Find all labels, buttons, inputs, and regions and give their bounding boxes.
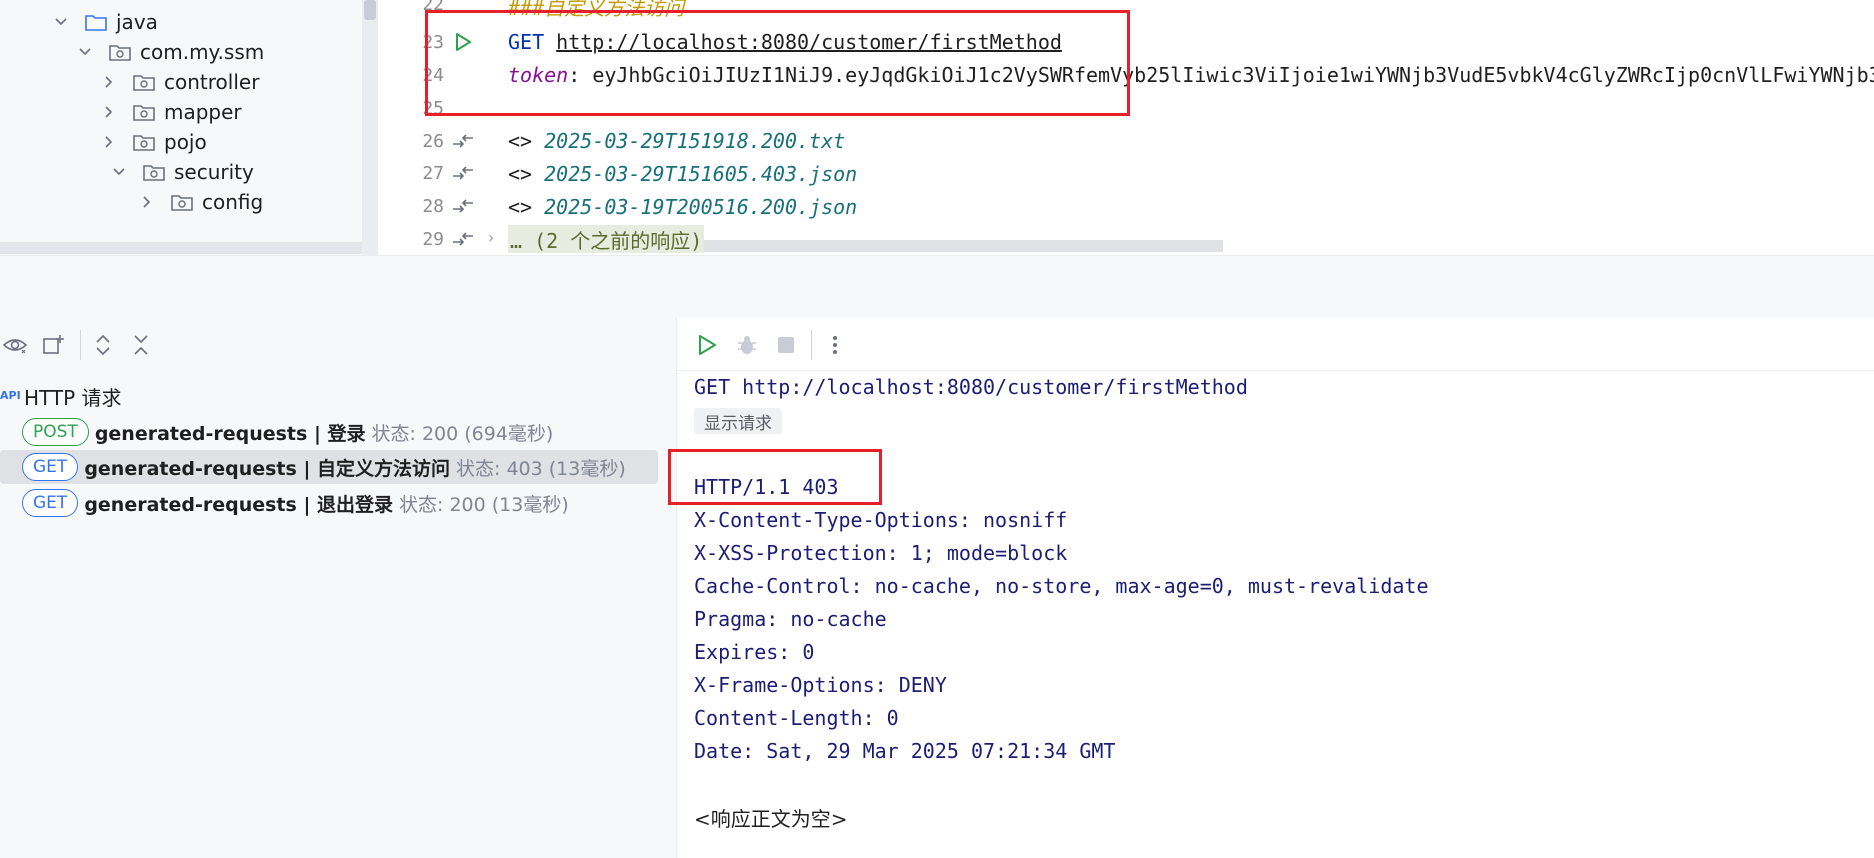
tree-item-label: config — [202, 190, 264, 214]
tool-window-divider[interactable] — [0, 255, 1874, 319]
compare-response-icon[interactable] — [448, 127, 478, 155]
request-name: generated-requests | 退出登录 — [84, 493, 393, 516]
response-file-link[interactable]: 2025-03-29T151918.200.txt — [544, 129, 845, 153]
toolbar-separator — [80, 330, 81, 360]
previous-responses-fold[interactable]: … (2 个之前的响应) — [508, 225, 705, 253]
folder-icon — [84, 10, 108, 34]
request-status: 状态: 403 (13毫秒) — [456, 457, 626, 480]
more-options-icon[interactable] — [820, 330, 850, 360]
header-separator: : — [568, 63, 593, 87]
new-request-icon[interactable] — [38, 330, 68, 360]
tree-item-label: controller — [164, 70, 260, 94]
file-prefix: <> — [508, 129, 545, 153]
response-request-line: GET http://localhost:8080/customer/first… — [694, 375, 1248, 399]
tree-item-label: mapper — [164, 100, 242, 124]
method-badge: GET — [22, 489, 79, 517]
toolbar-separator — [811, 330, 812, 360]
tree-horizontal-scrollbar[interactable] — [0, 242, 362, 254]
response-file-line: <> 2025-03-19T200516.200.json — [508, 195, 857, 219]
http-method: GET — [508, 30, 545, 54]
line-number: 29 — [422, 229, 444, 250]
chevron-right-icon[interactable]: › — [488, 228, 494, 247]
response-file-link[interactable]: 2025-03-29T151605.403.json — [544, 162, 857, 186]
file-prefix: <> — [508, 195, 545, 219]
header-line: token: eyJhbGciOiJIUzI1NiJ9.eyJqdGkiOiJ1… — [508, 63, 1874, 87]
chevron-right-icon[interactable] — [138, 193, 156, 211]
request-item-logout[interactable]: GET generated-requests | 退出登录 状态: 200 (1… — [22, 486, 658, 520]
eye-icon[interactable] — [0, 330, 30, 360]
response-header: Pragma: no-cache — [694, 607, 887, 631]
response-file-link[interactable]: 2025-03-19T200516.200.json — [544, 195, 857, 219]
package-folder-icon — [142, 160, 166, 184]
line-number: 24 — [422, 65, 444, 86]
tree-item-label: security — [174, 160, 254, 184]
chevron-down-icon[interactable] — [52, 13, 70, 31]
compare-response-icon[interactable] — [448, 192, 478, 220]
request-url[interactable]: http://localhost:8080/customer/firstMeth… — [556, 30, 1062, 54]
compare-response-icon[interactable] — [448, 159, 478, 187]
response-header: Content-Length: 0 — [694, 706, 899, 730]
line-number: 22 — [422, 0, 444, 15]
empty-response-body: <响应正文为空> — [694, 807, 848, 831]
stop-icon[interactable] — [771, 330, 801, 360]
run-request-icon[interactable] — [448, 28, 478, 56]
tree-item-label: pojo — [164, 130, 207, 154]
chevron-right-icon[interactable] — [100, 73, 118, 91]
tree-item-label: java — [116, 10, 158, 34]
response-toolbar — [677, 318, 1874, 371]
package-folder-icon — [170, 190, 194, 214]
response-header: X-Frame-Options: DENY — [694, 673, 947, 697]
response-header: Expires: 0 — [694, 640, 815, 664]
line-number: 25 — [422, 98, 444, 119]
line-number: 27 — [422, 163, 444, 184]
request-name: generated-requests | 自定义方法访问 — [84, 457, 450, 480]
package-folder-icon — [132, 100, 156, 124]
response-header: X-XSS-Protection: 1; mode=block — [694, 541, 1068, 565]
compare-response-icon[interactable] — [448, 225, 478, 253]
api-icon: API — [0, 389, 21, 402]
header-value: eyJhbGciOiJIUzI1NiJ9.eyJqdGkiOiJ1c2VySWR… — [592, 63, 1874, 87]
response-header: Cache-Control: no-cache, no-store, max-a… — [694, 574, 1429, 598]
method-badge: POST — [22, 418, 89, 446]
line-number: 23 — [422, 32, 444, 53]
request-status: 状态: 200 (694毫秒) — [371, 422, 554, 445]
package-folder-icon — [132, 70, 156, 94]
package-folder-icon — [108, 40, 132, 64]
line-number: 28 — [422, 196, 444, 217]
root-label: HTTP 请求 — [24, 385, 122, 410]
tree-vertical-scrollbar[interactable] — [362, 0, 378, 255]
response-header: X-Content-Type-Options: nosniff — [694, 508, 1068, 532]
collapse-all-icon[interactable] — [126, 330, 156, 360]
response-file-line: <> 2025-03-29T151918.200.txt — [508, 129, 845, 153]
line-number: 26 — [422, 131, 444, 152]
request-line: GET http://localhost:8080/customer/first… — [508, 30, 1062, 54]
header-key: token — [508, 63, 569, 87]
request-item-login[interactable]: POST generated-requests | 登录 状态: 200 (69… — [22, 415, 658, 449]
expand-all-icon[interactable] — [88, 330, 118, 360]
chevron-right-icon[interactable] — [100, 103, 118, 121]
project-tree-panel: java com.my.ssm controller mapper pojo s… — [0, 0, 378, 255]
http-file-editor[interactable]: 22 ###自定义方法访问 23 GET http://localhost:80… — [378, 0, 1874, 255]
tree-item-label: com.my.ssm — [140, 40, 265, 64]
response-file-line: <> 2025-03-29T151605.403.json — [508, 162, 857, 186]
request-status: 状态: 200 (13毫秒) — [399, 493, 569, 516]
tree-item-config[interactable]: config — [138, 184, 263, 220]
chevron-right-icon[interactable] — [100, 133, 118, 151]
method-badge: GET — [22, 453, 79, 481]
request-item-custom-method[interactable]: GET generated-requests | 自定义方法访问 状态: 403… — [0, 450, 658, 484]
run-icon[interactable] — [692, 330, 722, 360]
chevron-down-icon[interactable] — [76, 43, 94, 61]
chevron-down-icon[interactable] — [110, 163, 128, 181]
file-prefix: <> — [508, 162, 545, 186]
request-name: generated-requests | 登录 — [94, 422, 366, 445]
debug-icon[interactable] — [732, 330, 762, 360]
tree-scroll-thumb[interactable] — [364, 0, 376, 20]
show-request-button[interactable]: 显示请求 — [694, 408, 782, 434]
code-comment: ###自定义方法访问 — [508, 0, 685, 20]
response-header: Date: Sat, 29 Mar 2025 07:21:34 GMT — [694, 739, 1116, 763]
http-requests-root[interactable]: API HTTP 请求 — [0, 380, 122, 412]
package-folder-icon — [132, 130, 156, 154]
response-status-line: HTTP/1.1 403 — [694, 475, 839, 499]
